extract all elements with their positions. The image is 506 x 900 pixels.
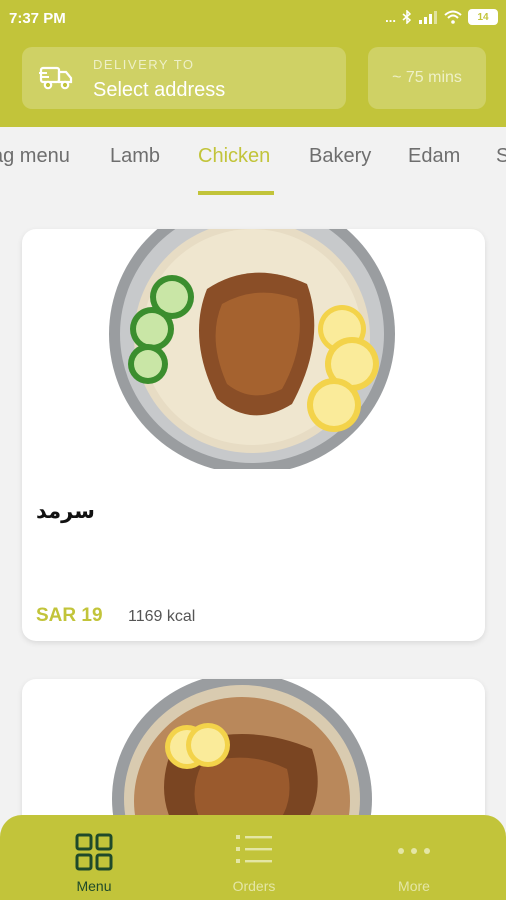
category-tabs: ag menu Lamb Chicken Bakery Edam S <box>0 127 506 197</box>
tab-next[interactable]: S <box>496 145 506 168</box>
item-name: سرمد <box>36 500 95 523</box>
tab-chicken[interactable]: Chicken <box>198 145 270 168</box>
bluetooth-icon <box>402 10 412 24</box>
status-icons: ... 14 <box>385 9 498 25</box>
nav-more[interactable]: More <box>330 815 498 900</box>
header: 7:37 PM ... 14 DELIVERY TO Select addres… <box>0 0 506 127</box>
dish-image <box>109 229 395 469</box>
item-calories: 1169 kcal <box>128 608 196 625</box>
tab-lamb[interactable]: Lamb <box>110 145 160 168</box>
item-price: SAR 19 <box>36 605 103 626</box>
nav-orders-label: Orders <box>232 878 276 894</box>
battery-icon: 14 <box>468 9 498 25</box>
status-bar: 7:37 PM ... 14 <box>0 0 506 36</box>
menu-item-card[interactable]: سرمد SAR 19 1169 kcal <box>22 229 485 641</box>
nav-more-label: More <box>398 878 430 894</box>
more-dots-icon <box>398 848 430 854</box>
tab-edam[interactable]: Edam <box>408 145 460 168</box>
eta-text: ~ 75 mins <box>392 69 462 86</box>
delivery-truck-icon <box>39 66 73 90</box>
notification-dots-icon: ... <box>385 9 396 25</box>
eta-badge: ~ 75 mins <box>368 47 486 109</box>
tab-hag-menu[interactable]: ag menu <box>0 145 70 168</box>
delivery-address-button[interactable]: DELIVERY TO Select address <box>22 47 346 109</box>
delivery-label: DELIVERY TO <box>93 57 195 72</box>
bottom-nav: Menu Orders More <box>0 815 506 900</box>
wifi-icon <box>444 10 462 24</box>
nav-orders[interactable]: Orders <box>170 815 338 900</box>
signal-icon <box>419 11 437 24</box>
nav-menu[interactable]: Menu <box>10 815 178 900</box>
status-time: 7:37 PM <box>9 10 66 27</box>
active-tab-indicator <box>198 191 274 195</box>
nav-menu-label: Menu <box>76 878 112 894</box>
tab-bakery[interactable]: Bakery <box>309 145 371 168</box>
grid-icon <box>75 833 113 871</box>
delivery-address: Select address <box>93 79 226 101</box>
list-icon <box>236 835 272 863</box>
